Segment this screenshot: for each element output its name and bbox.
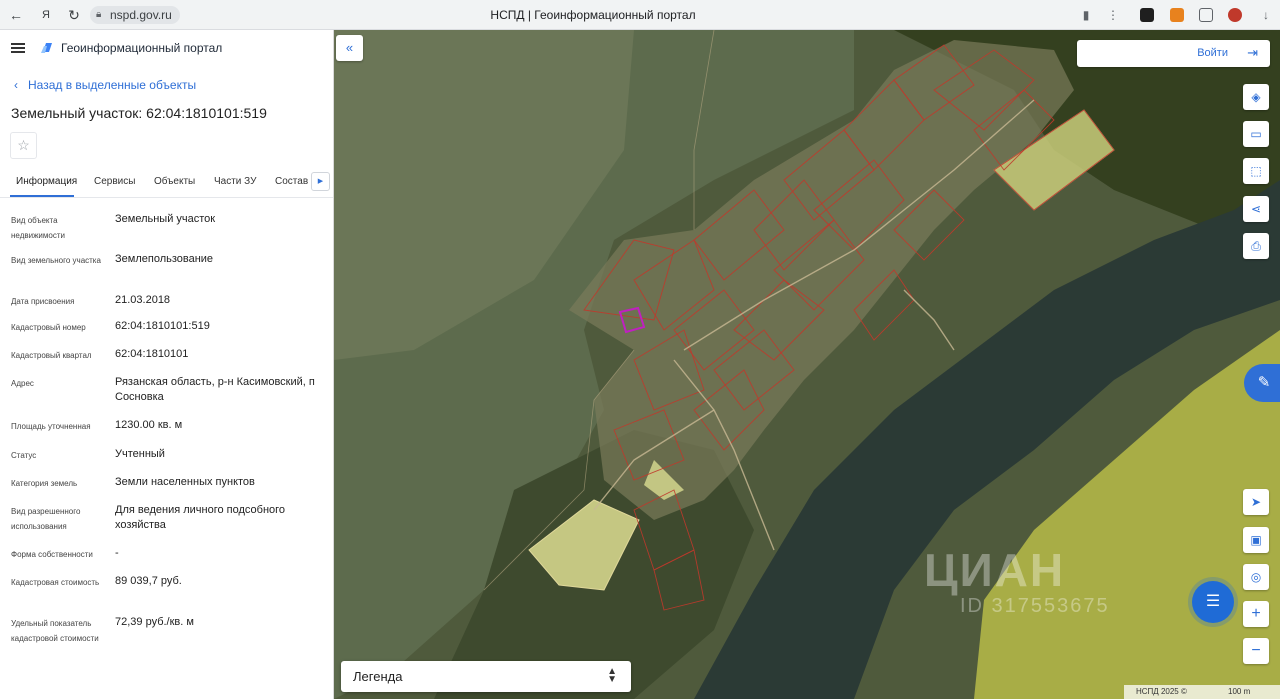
extension-icon[interactable] [1140,8,1154,22]
field-value: Учтенный [115,448,165,460]
ruler-button[interactable]: ▭ [1243,121,1269,147]
minus-icon: − [1251,642,1261,659]
menu-dots-icon[interactable]: ⋮ [1105,7,1121,23]
field-value: 89 039,7 руб. [115,575,182,587]
print-button[interactable]: ⎙ [1243,233,1269,259]
zoom-out-button[interactable]: − [1243,638,1269,664]
chevron-left-icon: ‹ [14,78,18,92]
hamburger-menu-icon[interactable] [11,43,25,53]
updown-chevron-icon: ▲ ▼ [607,666,617,685]
ruler-icon: ▭ [1250,127,1262,141]
portal-logo-icon [41,43,52,53]
active-tab-indicator [10,195,74,197]
profile-icon[interactable] [1228,8,1242,22]
back-to-selected-link[interactable]: ‹ Назад в выделенные объекты [14,78,196,92]
chat-button[interactable]: ☰ [1192,581,1234,623]
favorite-star-icon[interactable]: ☆ [10,132,37,159]
field-label: Форма собственности [11,550,93,559]
bookmark-icon[interactable]: ▮ [1078,7,1094,23]
field-label: Адрес [11,379,34,388]
field-label: Статус [11,451,37,460]
navigation-arrow-icon: ➤ [1250,495,1262,509]
field-value: 62:04:1810101:519 [115,320,210,332]
info-panel: Геоинформационный портал ‹ Назад в выделе… [0,30,334,699]
tab-services[interactable]: Сервисы [94,176,135,188]
print-icon: ⎙ [1251,239,1261,253]
metamask-icon[interactable] [1170,8,1184,22]
scale-label: 100 m [1228,687,1251,696]
location-button[interactable]: ◎ [1243,564,1269,590]
info-tabs: Информация Сервисы Объекты Части ЗУ Сост… [0,170,333,198]
portal-brand: Геоинформационный портал [61,41,223,55]
select-area-button[interactable]: ⬚ [1243,158,1269,184]
field-label: Категория земель [11,479,78,488]
share-icon: ⋖ [1250,202,1262,216]
field-value: Рязанская область, р-н Касимовский, п Со… [115,376,315,403]
page-title: Земельный участок: 62:04:1810101:519 [11,105,267,121]
field-value: 62:04:1810101 [115,348,189,360]
field-label: Кадастровый квартал [11,351,92,360]
geolocate-button[interactable]: ➤ [1243,489,1269,515]
select-area-icon: ⬚ [1250,164,1262,178]
field-value: Для ведения личного подсобного хозяйства [115,504,286,531]
browser-toolbar: ← Я ↻ 🔒︎ nspd.gov.ru НСПД | Геоинформаци… [0,0,1280,30]
field-label: Удельный показатель кадастровой стоимост… [11,619,99,643]
tab-composition[interactable]: Состав [275,176,308,188]
copyright-text: НСПД 2025 © [1136,687,1187,696]
field-label: Дата присвоения [11,297,75,306]
tab-objects[interactable]: Объекты [154,176,195,188]
map-copyright: НСПД 2025 © 100 m [1124,685,1280,699]
field-value: Земли населенных пунктов [115,476,255,488]
minimap-button[interactable]: ▣ [1243,527,1269,553]
feedback-icon: ✎ [1257,374,1271,391]
minimap-icon: ▣ [1250,533,1262,547]
back-link-label: Назад в выделенные объекты [28,78,197,92]
zoom-in-button[interactable]: + [1243,601,1269,627]
field-value: 72,39 руб./кв. м [115,616,194,628]
share-button[interactable]: ⋖ [1243,196,1269,222]
legend-label: Легенда [353,669,403,684]
map-view[interactable]: « Войти ⇥ ◈ ▭ ⬚ ⋖ ⎙ ✎ ➤ ▣ ◎ + − ☰ ЦИАН I… [334,30,1280,699]
plus-icon: + [1251,605,1261,622]
login-icon: ⇥ [1247,45,1258,60]
field-label: Кадастровая стоимость [11,578,100,587]
field-value: 1230.00 кв. м [115,419,183,431]
field-value: - [115,547,119,559]
field-value: 21.03.2018 [115,294,171,306]
extensions-puzzle-icon[interactable] [1199,8,1213,22]
field-label: Площадь уточненная [11,422,91,431]
field-label: Вид разрешенного использования [11,507,81,531]
login-label: Войти [1197,47,1228,59]
satellite-map [334,30,1280,699]
download-icon[interactable]: ↓ [1258,7,1274,23]
location-pin-icon: ◎ [1250,570,1262,584]
tab-parts[interactable]: Части ЗУ [214,176,256,188]
field-value: Земельный участок [115,213,216,225]
tab-information[interactable]: Информация [16,176,77,188]
legend-selector[interactable]: Легенда ▲ ▼ [341,661,631,692]
field-value: Землепользование [115,253,214,265]
page-tab-title: НСПД | Геоинформационный портал [490,8,696,22]
tabs-scroll-right-icon[interactable]: ▶ [311,172,330,191]
collapse-panel-button[interactable]: « [336,35,363,61]
field-label: Кадастровый номер [11,323,86,332]
field-label: Вид земельного участка [11,256,101,265]
layers-button[interactable]: ◈ [1243,84,1269,110]
field-label: Вид объекта недвижимости [11,216,65,240]
side-panel-badge[interactable]: ✎ [1244,364,1280,402]
chat-icon: ☰ [1205,593,1221,610]
layers-icon: ◈ [1251,90,1261,104]
login-bar[interactable]: Войти ⇥ [1077,40,1270,67]
